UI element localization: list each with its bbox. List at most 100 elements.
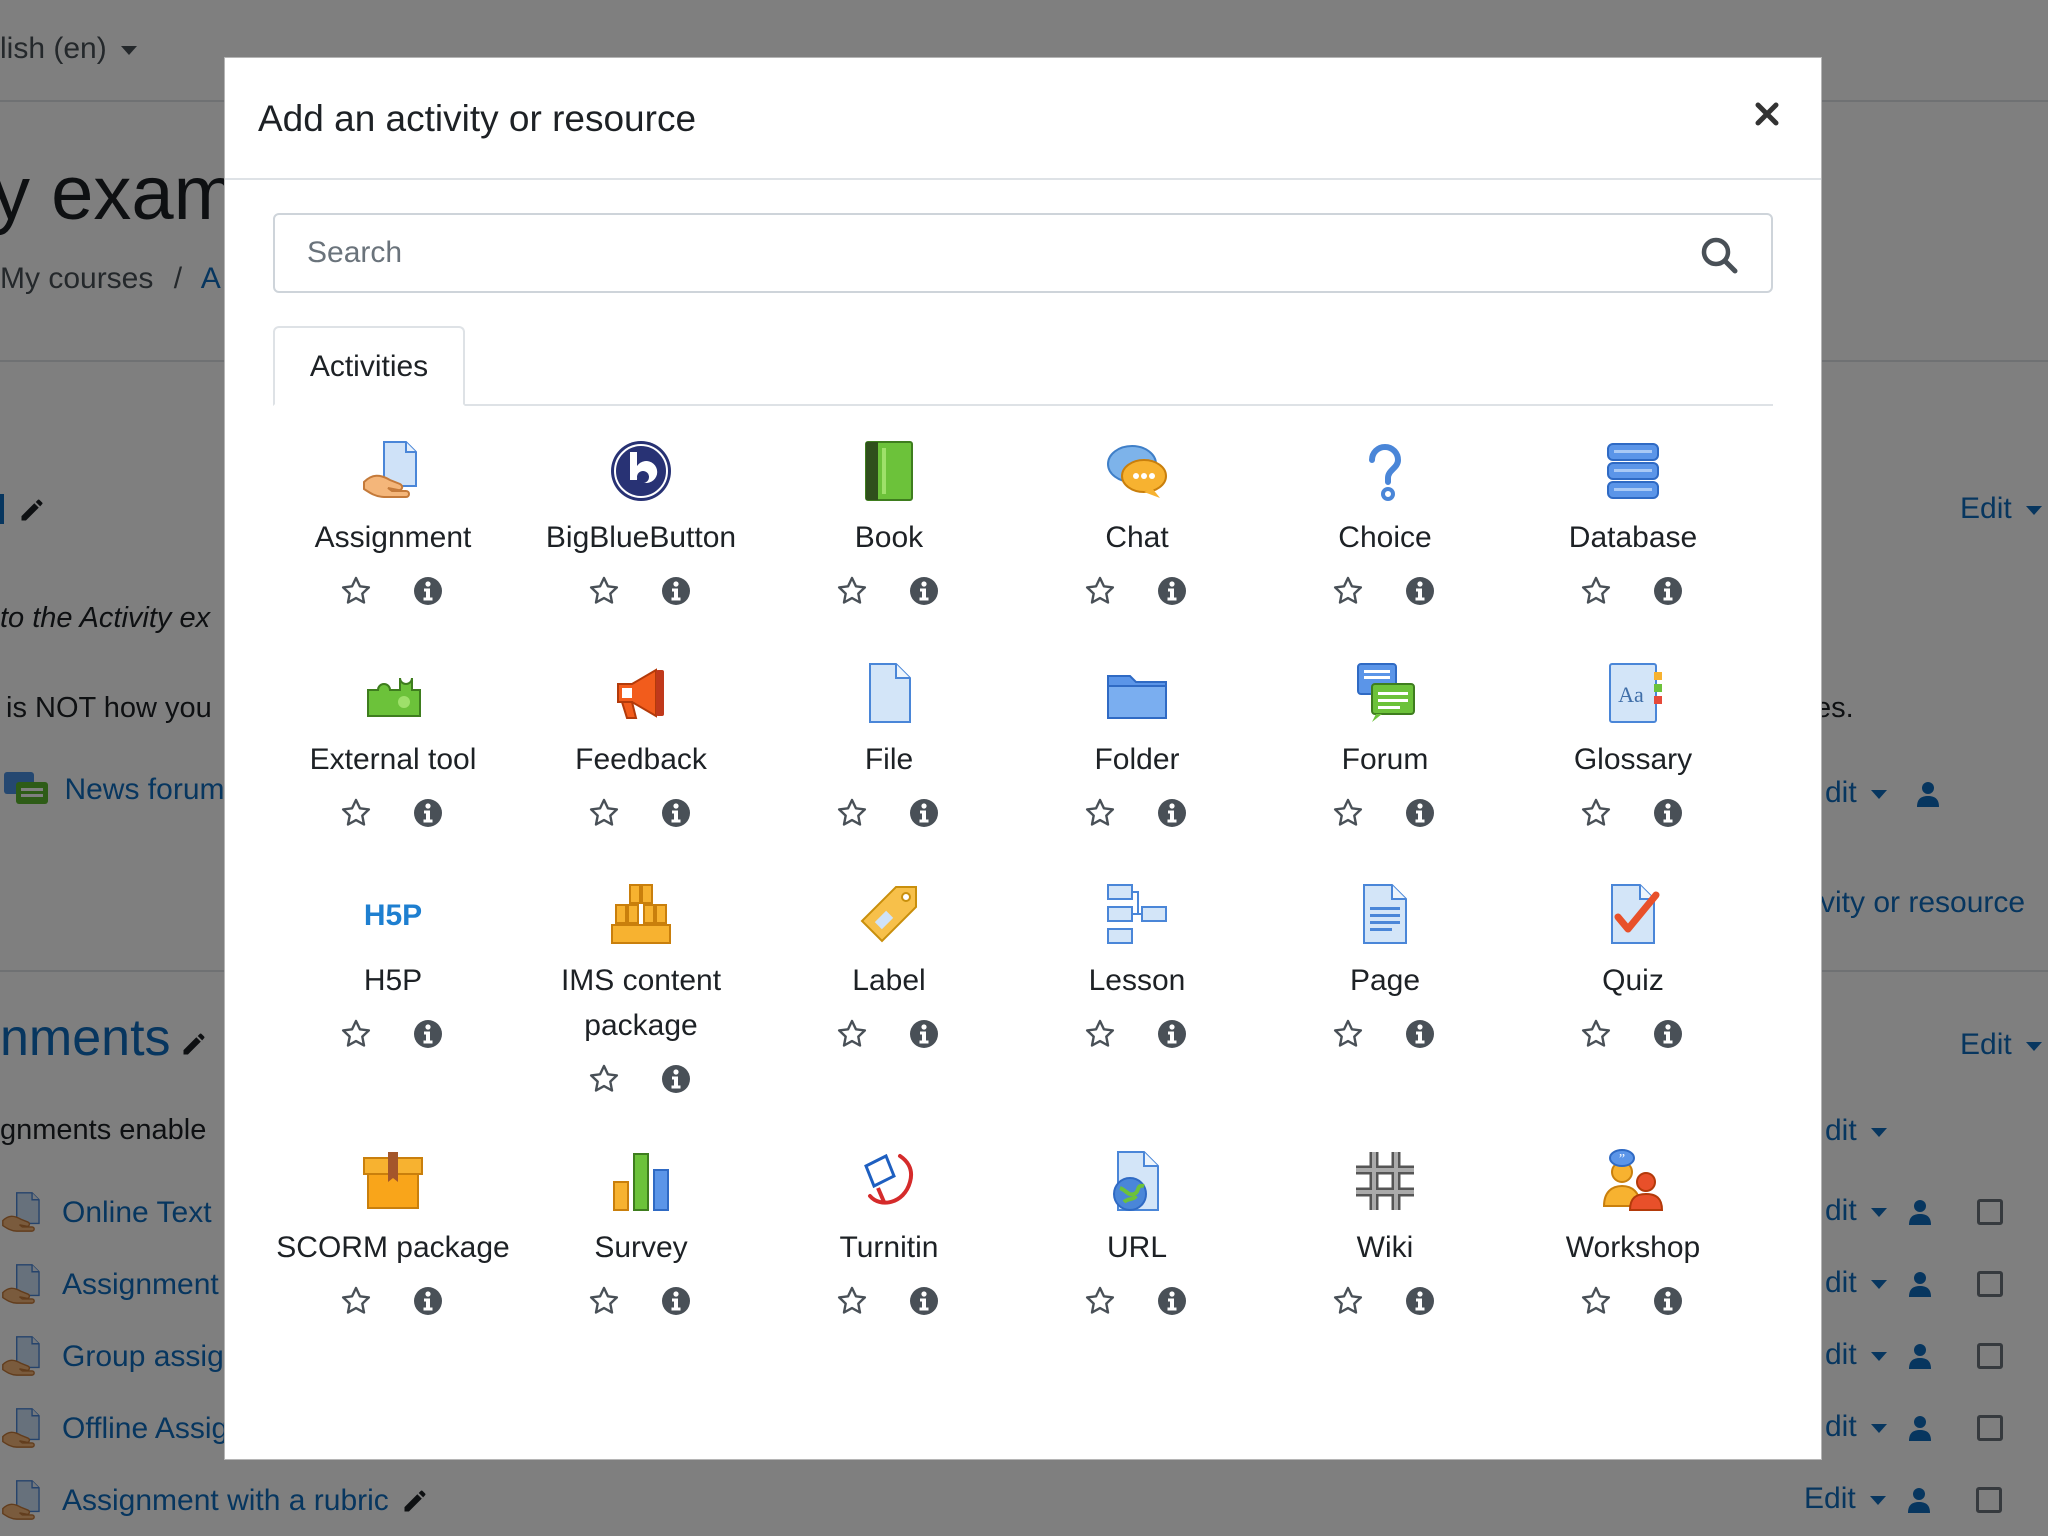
activity-item-url[interactable]: URL (1017, 1148, 1257, 1348)
activity-item-file[interactable]: File (769, 660, 1009, 860)
activity-item-h5p[interactable]: H5P H5P (273, 881, 513, 1081)
activity-item-label[interactable]: Survey (521, 1225, 761, 1270)
star-icon[interactable] (1580, 1285, 1612, 1317)
activity-item-bigbluebutton[interactable]: BigBlueButton (521, 438, 761, 638)
activity-item-lesson[interactable]: Lesson (1017, 881, 1257, 1081)
star-icon[interactable] (1332, 797, 1364, 829)
info-icon[interactable] (1156, 797, 1188, 829)
info-icon[interactable] (1156, 575, 1188, 607)
info-icon[interactable] (908, 1285, 940, 1317)
activity-item-quiz[interactable]: Quiz (1513, 881, 1753, 1081)
activity-item-label[interactable]: Label (769, 958, 1009, 1003)
info-icon[interactable] (1652, 575, 1684, 607)
info-icon[interactable] (1652, 1018, 1684, 1050)
info-icon[interactable] (660, 1063, 692, 1095)
info-icon[interactable] (412, 1018, 444, 1050)
activity-item-forum[interactable]: Forum (1265, 660, 1505, 860)
activity-item-label[interactable]: Choice (1265, 515, 1505, 560)
activity-item-label[interactable]: Workshop (1513, 1225, 1753, 1270)
star-icon[interactable] (1332, 575, 1364, 607)
star-icon[interactable] (836, 1018, 868, 1050)
activity-item-label[interactable]: Wiki (1265, 1225, 1505, 1270)
info-icon[interactable] (1404, 1018, 1436, 1050)
info-icon[interactable] (660, 575, 692, 607)
star-icon[interactable] (340, 1018, 372, 1050)
search-input[interactable] (275, 215, 1675, 291)
star-icon[interactable] (1084, 575, 1116, 607)
activity-item-label[interactable]: Feedback (521, 737, 761, 782)
activity-item-label[interactable]: Lesson (1017, 958, 1257, 1003)
activity-item-choice[interactable]: Choice (1265, 438, 1505, 638)
activity-item-ims-content-package[interactable]: IMS content package (521, 881, 761, 1093)
star-icon[interactable] (1332, 1285, 1364, 1317)
star-icon[interactable] (836, 1285, 868, 1317)
activity-item-label[interactable]: Turnitin (769, 1225, 1009, 1270)
activity-item-folder[interactable]: Folder (1017, 660, 1257, 860)
star-icon[interactable] (1580, 575, 1612, 607)
activity-item-label[interactable]: Folder (1017, 737, 1257, 782)
activity-item-label[interactable]: Database (1513, 515, 1753, 560)
info-icon[interactable] (908, 575, 940, 607)
info-icon[interactable] (412, 797, 444, 829)
info-icon[interactable] (1404, 575, 1436, 607)
info-icon[interactable] (1404, 797, 1436, 829)
search-icon[interactable] (1699, 235, 1739, 275)
tab-activities[interactable]: Activities (273, 326, 465, 406)
activity-item-workshop[interactable]: ” Workshop (1513, 1148, 1753, 1348)
activity-item-label[interactable]: Label (769, 881, 1009, 1081)
star-icon[interactable] (1084, 797, 1116, 829)
activity-item-assignment[interactable]: Assignment (273, 438, 513, 638)
star-icon[interactable] (1580, 1018, 1612, 1050)
info-icon[interactable] (412, 1285, 444, 1317)
star-icon[interactable] (340, 575, 372, 607)
activity-item-feedback[interactable]: Feedback (521, 660, 761, 860)
activity-item-label[interactable]: Chat (1017, 515, 1257, 560)
activity-item-book[interactable]: Book (769, 438, 1009, 638)
info-icon[interactable] (1652, 1285, 1684, 1317)
activity-item-label[interactable]: File (769, 737, 1009, 782)
close-icon[interactable] (1749, 96, 1785, 132)
info-icon[interactable] (1156, 1285, 1188, 1317)
activity-item-label[interactable]: Book (769, 515, 1009, 560)
star-icon[interactable] (836, 575, 868, 607)
activity-item-label[interactable]: IMS content package (551, 958, 731, 1048)
info-icon[interactable] (660, 797, 692, 829)
star-icon[interactable] (340, 1285, 372, 1317)
activity-item-glossary[interactable]: Aa Glossary (1513, 660, 1753, 860)
star-icon[interactable] (836, 797, 868, 829)
activity-item-label[interactable]: Page (1265, 958, 1505, 1003)
star-icon[interactable] (588, 1285, 620, 1317)
activity-item-page[interactable]: Page (1265, 881, 1505, 1081)
activity-item-label[interactable]: H5P (273, 958, 513, 1003)
activity-item-external-tool[interactable]: External tool (273, 660, 513, 860)
activity-item-turnitin[interactable]: Turnitin (769, 1148, 1009, 1348)
activity-item-database[interactable]: Database (1513, 438, 1753, 638)
info-icon[interactable] (908, 797, 940, 829)
activity-item-label[interactable]: Forum (1265, 737, 1505, 782)
star-icon[interactable] (1084, 1285, 1116, 1317)
activity-item-label[interactable]: URL (1017, 1225, 1257, 1270)
star-icon[interactable] (1580, 797, 1612, 829)
activity-item-wiki[interactable]: Wiki (1265, 1148, 1505, 1348)
activity-item-scorm-package[interactable]: SCORM package (273, 1148, 513, 1348)
star-icon[interactable] (1084, 1018, 1116, 1050)
info-icon[interactable] (412, 575, 444, 607)
activity-item-label[interactable]: SCORM package (273, 1225, 513, 1270)
star-icon[interactable] (588, 1063, 620, 1095)
info-icon[interactable] (1156, 1018, 1188, 1050)
activity-item-label[interactable]: Quiz (1513, 958, 1753, 1003)
info-icon[interactable] (1652, 797, 1684, 829)
activity-item-chat[interactable]: Chat (1017, 438, 1257, 638)
star-icon[interactable] (588, 797, 620, 829)
info-icon[interactable] (660, 1285, 692, 1317)
info-icon[interactable] (1404, 1285, 1436, 1317)
star-icon[interactable] (340, 797, 372, 829)
activity-item-label[interactable]: External tool (273, 737, 513, 782)
activity-item-label[interactable]: Assignment (273, 515, 513, 560)
activity-item-label[interactable]: BigBlueButton (521, 515, 761, 560)
star-icon[interactable] (1332, 1018, 1364, 1050)
activity-item-survey[interactable]: Survey (521, 1148, 761, 1348)
info-icon[interactable] (908, 1018, 940, 1050)
star-icon[interactable] (588, 575, 620, 607)
activity-item-label[interactable]: Glossary (1513, 737, 1753, 782)
